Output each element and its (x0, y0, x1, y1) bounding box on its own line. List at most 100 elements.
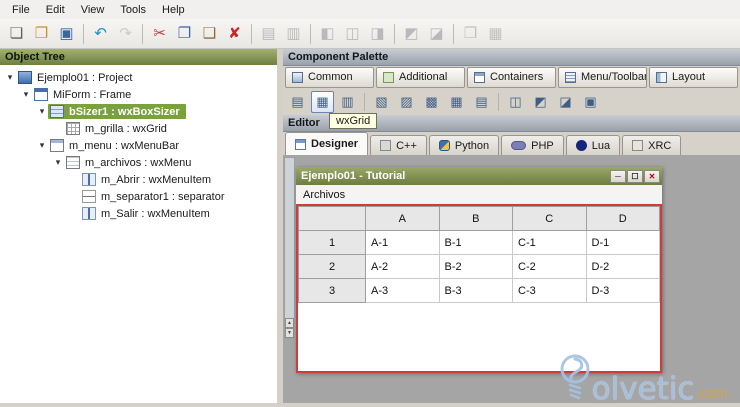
tree-node-label: Ejemplo01 : Project (37, 71, 133, 84)
paste-button[interactable]: ❑ (197, 22, 222, 46)
panel-button[interactable]: ▣ (579, 91, 602, 113)
expand-arrow-icon[interactable]: ▾ (20, 89, 32, 100)
grid-col-header[interactable]: D (585, 206, 660, 231)
border-left-button[interactable]: ◩ (399, 22, 424, 46)
grid-cell[interactable]: B-3 (438, 278, 513, 303)
grid-cell[interactable]: C-3 (512, 278, 587, 303)
expand-arrow-icon[interactable]: ▾ (36, 106, 48, 117)
grid-cell[interactable]: B-1 (438, 230, 513, 255)
tree-node-m-salir[interactable]: m_Salir : wxMenuItem (0, 205, 277, 222)
tree-node-bsizer1[interactable]: ▾ bSizer1 : wxBoxSizer (0, 103, 277, 120)
propertygrid-button[interactable]: ▥ (336, 91, 359, 113)
tree-node-m-grilla[interactable]: m_grilla : wxGrid (0, 120, 277, 137)
maximize-button[interactable]: ☐ (627, 169, 643, 183)
tree-node-miform[interactable]: ▾ MiForm : Frame (0, 86, 277, 103)
palette-tab-layout[interactable]: Layout (649, 66, 738, 88)
menubar-item-help[interactable]: Help (154, 2, 193, 18)
expand-arrow-icon[interactable]: ▾ (52, 157, 64, 168)
vertical-scrollbar[interactable]: ▲ ▼ (284, 157, 295, 339)
palette-tab-additional[interactable]: Additional (376, 66, 465, 88)
stretch-button[interactable]: ▥ (281, 22, 306, 46)
palette-tab-common[interactable]: Common (285, 66, 374, 88)
tree-node-ejemplo01[interactable]: ▾ Ejemplo01 : Project (0, 69, 277, 86)
preview-window-button[interactable]: ❒ (458, 22, 483, 46)
toolbar-ctrl-button[interactable]: ◫ (504, 91, 527, 113)
palette-tab-containers[interactable]: Containers (467, 66, 556, 88)
listbox-button[interactable]: ▧ (370, 91, 393, 113)
tree-node-m-archivos[interactable]: ▾ m_archivos : wxMenu (0, 154, 277, 171)
grid-corner-cell[interactable] (298, 206, 366, 231)
new-file-button[interactable]: ❏ (4, 22, 29, 46)
preview-frame: Ejemplo01 - Tutorial ─ ☐ ✕ Archivos ABCD… (296, 167, 662, 373)
grid-cell[interactable]: B-2 (438, 254, 513, 279)
align-left-button[interactable]: ◧ (315, 22, 340, 46)
grid-col-header[interactable]: A (365, 206, 440, 231)
menubar-item-file[interactable]: File (4, 2, 38, 18)
border-right-button[interactable]: ◪ (424, 22, 449, 46)
undo-button[interactable]: ↶ (88, 22, 113, 46)
expand-arrow-icon[interactable]: ▾ (36, 140, 48, 151)
wxgrid-selected-region[interactable]: A B C D 1 A-1 B-1 C-1 D-1 2 A-2 B-2 C-2 D-2 3 A-3 B-3 C-3… (296, 204, 662, 373)
listctrl-icon: ▨ (400, 94, 413, 109)
window-list-button[interactable]: ▦ (483, 22, 508, 46)
separator-icon (82, 190, 96, 203)
editor-tab-lua[interactable]: Lua (565, 135, 621, 155)
grid-row: 1 A-1 B-1 C-1 D-1 (298, 230, 660, 255)
scroll-down-icon[interactable]: ▼ (285, 328, 294, 338)
menubar-item-tools[interactable]: Tools (112, 2, 154, 18)
statusbar-button[interactable]: ◩ (529, 91, 552, 113)
listctrl-button[interactable]: ▨ (395, 91, 418, 113)
scrolledwindow-button[interactable]: ▤ (286, 91, 309, 113)
menu-archivos[interactable]: Archivos (303, 189, 345, 201)
grid-cell[interactable]: C-2 (512, 254, 587, 279)
editor-tab-designer[interactable]: Designer (285, 132, 369, 155)
editor-tab-label: C++ (396, 139, 417, 152)
tree-node-m-menu[interactable]: ▾ m_menu : wxMenuBar (0, 137, 277, 154)
editor-tab-php[interactable]: PHP (501, 135, 564, 155)
frame-icon (34, 88, 48, 101)
align-right-icon: ◨ (370, 25, 385, 42)
menubar-item-view[interactable]: View (73, 2, 113, 18)
open-folder-button[interactable]: ❒ (29, 22, 54, 46)
palette-tab-menu-toolbar[interactable]: Menu/Toolbar (558, 66, 647, 88)
expand-button[interactable]: ▤ (256, 22, 281, 46)
preview-frame-titlebar[interactable]: Ejemplo01 - Tutorial ─ ☐ ✕ (296, 167, 662, 185)
tree-node-m-abrir[interactable]: m_Abrir : wxMenuItem (0, 171, 277, 188)
menubar-item-edit[interactable]: Edit (38, 2, 73, 18)
editor-tab-xrc[interactable]: XRC (622, 135, 682, 155)
tree-node-m-separator1[interactable]: m_separator1 : separator (0, 188, 277, 205)
save-button[interactable]: ▣ (54, 22, 79, 46)
wxgrid-button[interactable]: ▦ (311, 91, 334, 113)
close-button[interactable]: ✕ (644, 169, 660, 183)
expand-arrow-icon[interactable]: ▾ (4, 72, 16, 83)
align-center-button[interactable]: ◫ (340, 22, 365, 46)
grid-cell[interactable]: D-2 (585, 254, 660, 279)
grid-row-header[interactable]: 2 (298, 254, 366, 279)
grid-cell[interactable]: A-2 (365, 254, 440, 279)
treectrl-button[interactable]: ▩ (420, 91, 443, 113)
redo-button[interactable]: ↷ (113, 22, 138, 46)
align-right-button[interactable]: ◨ (365, 22, 390, 46)
notebook-button[interactable]: ▤ (470, 91, 493, 113)
grid-cell[interactable]: D-3 (585, 278, 660, 303)
grid-row-header[interactable]: 1 (298, 230, 366, 255)
grid-row-header[interactable]: 3 (298, 278, 366, 303)
grid-cell[interactable]: A-1 (365, 230, 440, 255)
project-icon (18, 71, 32, 84)
watermark-suffix: .com (695, 384, 728, 402)
delete-button[interactable]: ✘ (222, 22, 247, 46)
grid-cell[interactable]: C-1 (512, 230, 587, 255)
grid-col-header[interactable]: C (512, 206, 587, 231)
grid-cell[interactable]: D-1 (585, 230, 660, 255)
grid-col-header[interactable]: B (438, 206, 513, 231)
editor-tab-python[interactable]: Python (428, 135, 500, 155)
editor-tab-c[interactable]: C++ (370, 135, 427, 155)
menubar-ctrl-button[interactable]: ◪ (554, 91, 577, 113)
choice-button[interactable]: ▦ (445, 91, 468, 113)
copy-button[interactable]: ❐ (172, 22, 197, 46)
minimize-button[interactable]: ─ (610, 169, 626, 183)
scroll-up-icon[interactable]: ▲ (285, 318, 294, 328)
grid-cell[interactable]: A-3 (365, 278, 440, 303)
tree-node-label: m_separator1 : separator (101, 190, 225, 203)
cut-button[interactable]: ✂ (147, 22, 172, 46)
